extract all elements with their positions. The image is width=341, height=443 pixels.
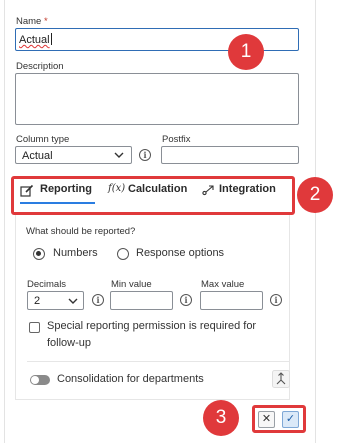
- divider: [27, 361, 289, 362]
- text-caret: [50, 33, 52, 45]
- column-type-label: Column type: [16, 134, 70, 145]
- panel-left-border: [4, 0, 5, 443]
- radio-response-label: Response options: [136, 247, 225, 259]
- tabs-highlight-box: [11, 176, 295, 215]
- chevron-down-icon: [68, 298, 78, 304]
- max-value-info-icon[interactable]: i: [270, 294, 282, 306]
- callout-2: 2: [297, 177, 333, 213]
- consolidation-toggle[interactable]: Consolidation for departments: [30, 373, 220, 387]
- buttons-highlight-box: [252, 405, 306, 433]
- min-value-info-icon[interactable]: i: [180, 294, 192, 306]
- postfix-label: Postfix: [162, 134, 191, 145]
- name-label: Name *: [16, 16, 48, 27]
- callout-1: 1: [228, 34, 264, 70]
- min-value-label: Min value: [111, 279, 152, 290]
- chevron-down-icon: [114, 152, 124, 158]
- max-value-input[interactable]: [200, 291, 263, 310]
- radio-numbers[interactable]: Numbers: [33, 247, 111, 263]
- radio-response-circle: [117, 248, 129, 260]
- max-value-label: Max value: [201, 279, 245, 290]
- name-label-text: Name: [16, 16, 42, 27]
- special-permission-box: [29, 322, 40, 333]
- radio-response-options[interactable]: Response options: [117, 247, 232, 263]
- panel-right-border: [315, 0, 316, 443]
- toggle-switch: [30, 375, 50, 385]
- consolidation-label: Consolidation for departments: [57, 373, 204, 385]
- decimals-info-icon[interactable]: i: [92, 294, 104, 306]
- description-textarea[interactable]: [15, 73, 299, 125]
- report-question: What should be reported?: [26, 226, 136, 237]
- decimals-label: Decimals: [27, 279, 67, 290]
- description-label: Description: [16, 61, 64, 72]
- radio-numbers-circle: [33, 248, 45, 260]
- decimals-select[interactable]: 2: [27, 291, 84, 310]
- required-mark: *: [43, 16, 48, 27]
- min-value-input[interactable]: [110, 291, 173, 310]
- decimals-value: 2: [34, 295, 41, 307]
- postfix-input[interactable]: [161, 146, 299, 164]
- column-type-value: Actual: [22, 150, 53, 162]
- callout-3: 3: [203, 400, 239, 436]
- hierarchy-icon[interactable]: [272, 370, 290, 388]
- column-type-info-icon[interactable]: i: [139, 149, 151, 161]
- radio-numbers-label: Numbers: [53, 247, 98, 259]
- name-input-value: Actual: [19, 34, 50, 46]
- special-permission-label-line2: follow-up: [47, 337, 92, 349]
- name-input-value-wrap: Actual: [19, 33, 52, 46]
- column-type-select[interactable]: Actual: [15, 146, 132, 164]
- special-permission-checkbox[interactable]: Special reporting permission is required…: [29, 320, 269, 352]
- special-permission-label-line1: Special reporting permission is required…: [47, 320, 257, 332]
